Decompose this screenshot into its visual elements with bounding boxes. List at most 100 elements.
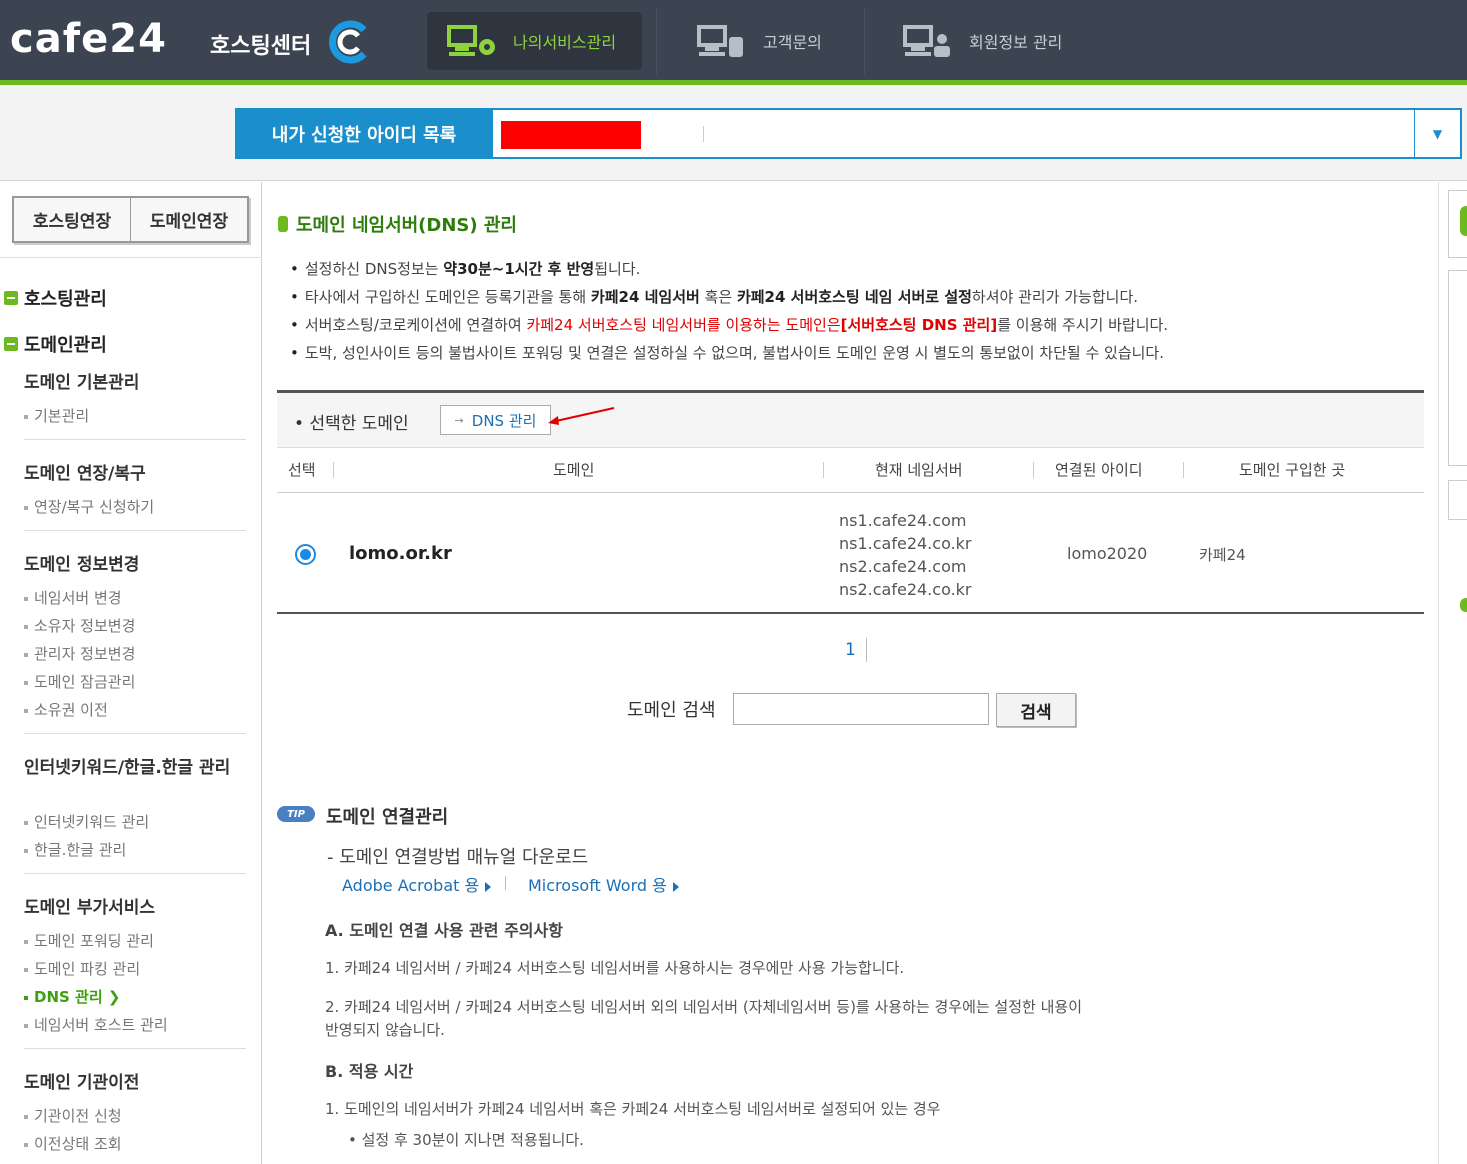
- notice-red-emphasis: [서버호스팅 DNS 관리]: [840, 316, 998, 334]
- sidebar-item-label: 관리자 정보변경: [34, 645, 136, 663]
- sidebar-item[interactable]: 도메인 잠금관리: [24, 671, 135, 692]
- column-header-linked-id: 연결된 아이디: [1055, 461, 1143, 479]
- id-select-dropdown-button[interactable]: ▼: [1414, 110, 1460, 157]
- notice-line: 설정하신 DNS정보는 약30분~1시간 후 반영됩니다.: [290, 258, 641, 279]
- column-divider: [823, 462, 824, 478]
- bullet-icon: [24, 1142, 28, 1147]
- domain-extend-button[interactable]: 도메인연장: [130, 198, 247, 241]
- search-button[interactable]: 검색: [996, 693, 1076, 727]
- column-divider: [333, 462, 334, 478]
- nameserver-value: ns2.cafe24.com: [839, 557, 967, 576]
- nav-member-info[interactable]: 회원정보 관리: [903, 12, 1062, 70]
- server-gear-icon: [447, 25, 495, 56]
- section-a-item: 1. 카페24 네임서버 / 카페24 서버호스팅 네임서버를 사용하시는 경우…: [325, 959, 905, 977]
- collapse-icon: [4, 337, 18, 351]
- bullet-icon: [24, 1023, 28, 1028]
- sidebar-divider: [24, 439, 246, 440]
- title-marker-icon: [278, 216, 288, 232]
- domain-select-radio[interactable]: [295, 544, 316, 565]
- sidebar-item[interactable]: 소유권 이전: [24, 699, 108, 720]
- sidebar-item[interactable]: 한글.한글 관리: [24, 839, 126, 860]
- column-header-purchased-at: 도메인 구입한 곳: [1239, 461, 1346, 479]
- notice-text: 서버호스팅/코로케이션에 연결하여: [304, 316, 527, 334]
- extension-buttons: 호스팅연장 도메인연장: [12, 196, 249, 243]
- column-divider: [1183, 462, 1184, 478]
- sidebar-item-label: 네임서버 변경: [34, 589, 122, 607]
- notice-emphasis: 약30분~1시간 후 반영: [443, 260, 595, 278]
- sidebar-item[interactable]: 관리자 정보변경: [24, 643, 135, 664]
- acrobat-link-text: Adobe Acrobat 용: [342, 876, 480, 895]
- sidebar-group-title: 도메인 연장/복구: [24, 464, 146, 484]
- right-panel-box: [1448, 480, 1467, 520]
- sidebar-item-label: 도메인 포워딩 관리: [34, 932, 154, 950]
- sidebar-section-hosting[interactable]: 호스팅관리: [4, 285, 107, 311]
- sidebar-item-label: DNS 관리: [34, 988, 103, 1006]
- sidebar-item[interactable]: 연장/복구 신청하기: [24, 496, 154, 517]
- notice-text: 됩니다.: [594, 260, 641, 278]
- page-number-link[interactable]: 1: [845, 640, 856, 660]
- purchased-at-value: 카페24: [1199, 546, 1246, 564]
- arrow-right-icon: →: [454, 413, 464, 427]
- sidebar-item-label: 인터넷키워드 관리: [34, 813, 150, 831]
- sidebar-item-label: 네임서버 호스트 관리: [34, 1016, 168, 1034]
- cafe24-c-logo-icon: [329, 20, 367, 64]
- nameserver-value: ns2.cafe24.co.kr: [839, 580, 972, 599]
- notice-line: 서버호스팅/코로케이션에 연결하여 카페24 서버호스팅 네임서버를 이용하는 …: [290, 314, 1168, 335]
- word-download-link[interactable]: Microsoft Word 용: [528, 872, 679, 896]
- notice-red-text: 카페24 서버호스팅 네임서버를 이용하는 도메인은: [526, 316, 841, 334]
- nav-support[interactable]: 고객문의: [697, 12, 822, 70]
- acrobat-download-link[interactable]: Adobe Acrobat 용: [342, 872, 492, 896]
- linked-id-value: lomo2020: [1067, 544, 1148, 563]
- dns-manage-button[interactable]: → DNS 관리: [440, 405, 551, 435]
- notice-line: 타사에서 구입하신 도메인은 등록기관을 통해 카페24 네임서버 혹은 카페2…: [290, 286, 1138, 307]
- sidebar-divider: [24, 873, 246, 874]
- id-list-label: 내가 신청한 아이디 목록: [235, 108, 493, 159]
- section-a-item-cont: 반영되지 않습니다.: [325, 1021, 445, 1039]
- sidebar-item[interactable]: 네임서버 호스트 관리: [24, 1014, 168, 1035]
- notice-text: 설정하신 DNS정보는: [304, 260, 444, 278]
- sidebar-item[interactable]: 기본관리: [24, 405, 89, 426]
- sidebar-section-label: 도메인관리: [24, 335, 107, 356]
- page-title: 도메인 네임서버(DNS) 관리: [278, 211, 517, 237]
- sidebar-item[interactable]: 소유자 정보변경: [24, 615, 135, 636]
- bullet-icon: [24, 708, 28, 713]
- nav-my-service-label: 나의서비스관리: [513, 33, 617, 52]
- sidebar-item[interactable]: 기관이전 신청: [24, 1105, 122, 1126]
- cafe24-logo[interactable]: cafe24: [10, 16, 167, 62]
- logo-subtitle: 호스팅센터: [210, 34, 312, 59]
- sidebar-item[interactable]: 네임서버 변경: [24, 587, 122, 608]
- word-link-text: Microsoft Word 용: [528, 876, 667, 895]
- table-header-divider: [277, 492, 1424, 493]
- link-divider: [505, 876, 506, 890]
- sidebar-item-label: 한글.한글 관리: [34, 841, 127, 859]
- nav-divider: [864, 8, 865, 74]
- dns-manage-button-label: DNS 관리: [471, 411, 537, 430]
- chevron-down-icon: ▼: [1432, 126, 1443, 141]
- sidebar-section-label: 호스팅관리: [24, 289, 107, 310]
- right-panel-marker: [1460, 206, 1467, 236]
- bullet-icon: [24, 995, 28, 1000]
- sidebar-item[interactable]: 도메인 포워딩 관리: [24, 930, 154, 951]
- column-header-select: 선택: [288, 461, 316, 479]
- column-header-domain: 도메인: [553, 461, 595, 479]
- id-select[interactable]: ▼: [493, 108, 1462, 159]
- sidebar-item-dns-active[interactable]: DNS 관리 ❯: [24, 986, 120, 1007]
- notice-text: 혹은: [699, 288, 737, 306]
- notice-text: 타사에서 구입하신 도메인은 등록기관을 통해: [304, 288, 591, 306]
- sidebar-group-title: 도메인 기관이전: [24, 1073, 140, 1093]
- triangle-right-icon: [485, 881, 492, 892]
- bullet-icon: [24, 967, 28, 972]
- domain-search-input[interactable]: [733, 693, 989, 725]
- pager-divider: [866, 638, 867, 662]
- tip-badge-icon: TIP: [277, 806, 315, 822]
- nameserver-value: ns1.cafe24.com: [839, 511, 967, 530]
- column-divider: [1033, 462, 1034, 478]
- sidebar-item[interactable]: 도메인 파킹 관리: [24, 958, 140, 979]
- sidebar-section-domain[interactable]: 도메인관리: [4, 331, 107, 357]
- hosting-extend-button[interactable]: 호스팅연장: [14, 198, 130, 241]
- sidebar-item[interactable]: 이전상태 조회: [24, 1133, 122, 1154]
- nav-my-service[interactable]: 나의서비스관리: [427, 12, 642, 70]
- manual-download-heading: - 도메인 연결방법 매뉴얼 다운로드: [327, 847, 589, 868]
- sidebar-item[interactable]: 인터넷키워드 관리: [24, 811, 149, 832]
- notice-emphasis: 카페24 서버호스팅 네임 서버로 설정: [736, 288, 972, 306]
